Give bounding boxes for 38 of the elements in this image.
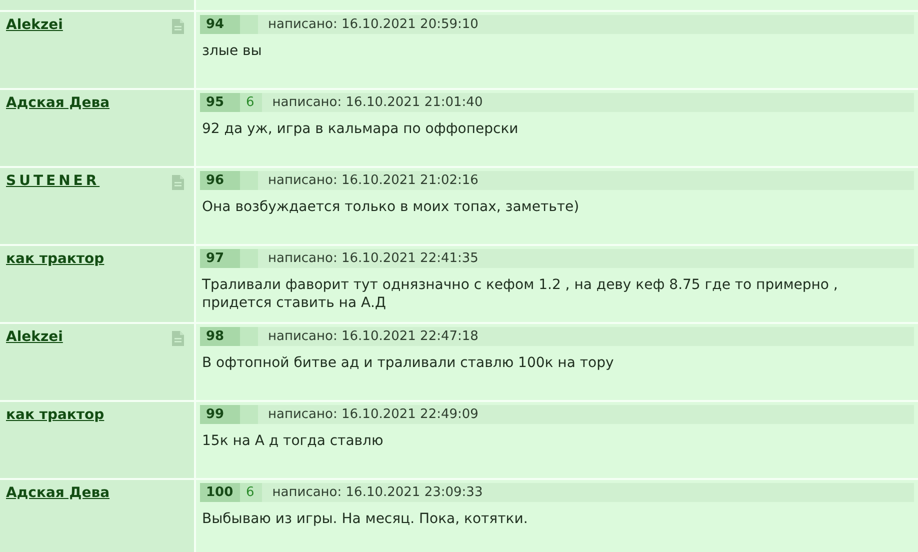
post-rating: 6	[240, 483, 262, 502]
post-text: Выбываю из игры. На месяц. Пока, котятки.	[201, 510, 529, 528]
rating-cell	[240, 171, 258, 190]
post-date: написано: 16.10.2021 20:59:10	[267, 16, 478, 34]
post-text: Она возбуждается только в моих топах, заметьте)	[201, 198, 580, 216]
author-link[interactable]: Адская Дева	[6, 483, 110, 504]
post-text: 92 да уж, игра в кальмара по оффоперски	[201, 120, 520, 138]
post-date: написано: 16.10.2021 22:41:35	[267, 250, 478, 268]
document-icon[interactable]	[172, 19, 184, 34]
post-text: Траливали фаворит тут однязначно с кефом 1.2 , на деву кеф 8.75 где то примерно , придется ставить на А.Д	[201, 276, 839, 312]
post-number[interactable]: 95	[200, 93, 240, 112]
post-number[interactable]: 100	[200, 483, 240, 502]
author-link[interactable]: Адская Дева	[6, 93, 110, 114]
post-rating: 6	[240, 93, 262, 112]
rating-cell	[240, 249, 258, 268]
author-link[interactable]: Alekzei	[6, 327, 63, 348]
post-number[interactable]: 99	[200, 405, 240, 424]
post-text: 15к на А д тогда ставлю	[201, 432, 384, 450]
post-number[interactable]: 97	[200, 249, 240, 268]
author-link[interactable]: как трактор	[6, 405, 104, 426]
document-icon[interactable]	[172, 331, 184, 346]
rating-cell	[240, 405, 258, 424]
post-date: написано: 16.10.2021 21:02:16	[267, 172, 478, 190]
rating-cell	[240, 327, 258, 346]
post-date: написано: 16.10.2021 23:09:33	[271, 484, 483, 502]
author-link[interactable]: Alekzei	[6, 15, 63, 36]
post-text: злые вы	[201, 42, 263, 60]
post-date: написано: 16.10.2021 22:47:18	[267, 328, 478, 346]
post-number[interactable]: 98	[200, 327, 240, 346]
post-number[interactable]: 96	[200, 171, 240, 190]
document-icon[interactable]	[172, 175, 184, 190]
post-text: В офтопной битве ад и траливали ставлю 100к на тору	[201, 354, 615, 372]
author-link[interactable]: SUTENER	[6, 171, 100, 192]
post-date: написано: 16.10.2021 22:49:09	[267, 406, 478, 424]
rating-cell	[240, 15, 258, 34]
author-link[interactable]: как трактор	[6, 249, 104, 270]
post-date: написано: 16.10.2021 21:01:40	[271, 94, 483, 112]
post-number[interactable]: 94	[200, 15, 240, 34]
